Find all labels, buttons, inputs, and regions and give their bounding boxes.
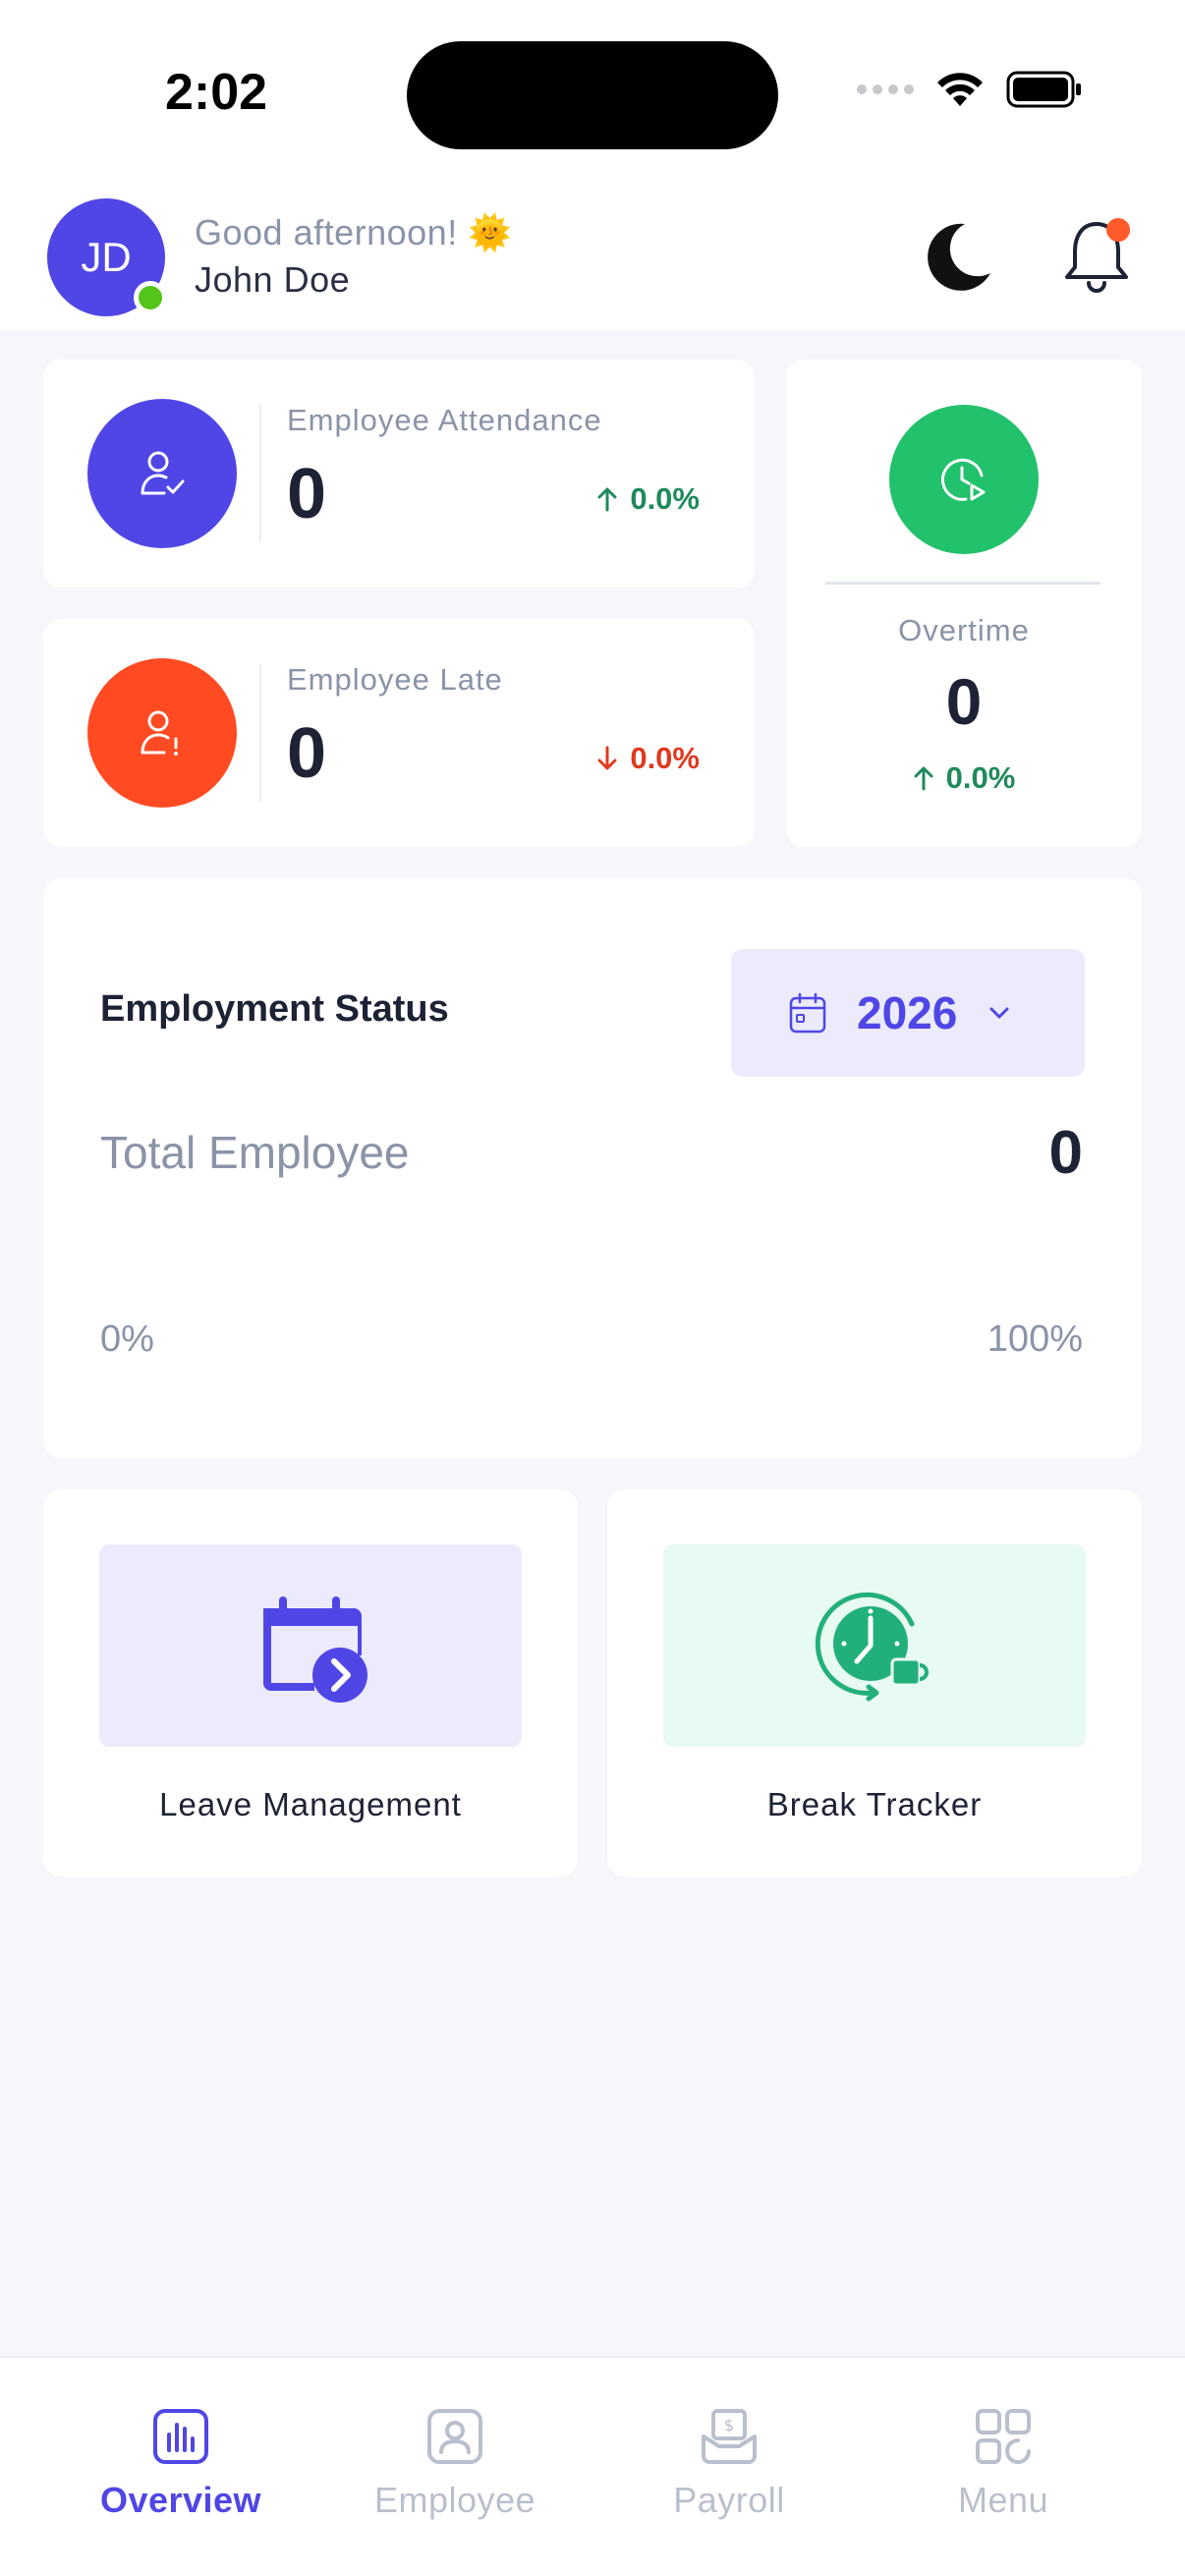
- card-divider: [259, 664, 261, 802]
- overtime-icon-circle: [889, 405, 1039, 554]
- late-trend: 0.0%: [596, 741, 700, 776]
- overtime-divider: [825, 582, 1100, 585]
- leave-management-label: Leave Management: [159, 1786, 462, 1822]
- wifi-icon: [937, 73, 983, 106]
- leave-icon-box: [99, 1544, 522, 1747]
- nav-employee[interactable]: Employee: [347, 2407, 563, 2521]
- app-header: JD Good afternoon! 🌞 John Doe: [0, 187, 1185, 330]
- overtime-trend: 0.0%: [786, 760, 1142, 796]
- chevron-down-icon: [989, 1007, 1009, 1019]
- calendar-arrow-icon: [263, 1596, 367, 1703]
- user-name: John Doe: [195, 259, 351, 300]
- payroll-icon: $: [702, 2409, 757, 2464]
- chart-bars-icon: [153, 2409, 208, 2464]
- bottom-nav: Overview Employee $ Payroll Menu: [0, 2356, 1185, 2576]
- break-icon-box: [663, 1544, 1086, 1747]
- nav-overview-label: Overview: [99, 2480, 262, 2520]
- year-dropdown[interactable]: 2026: [731, 949, 1085, 1077]
- nav-payroll[interactable]: $ Payroll: [621, 2407, 837, 2521]
- break-tracker-label: Break Tracker: [766, 1786, 983, 1822]
- total-employee-label: Total Employee: [100, 1127, 410, 1178]
- grid-icon: [976, 2409, 1031, 2464]
- avatar[interactable]: JD: [47, 198, 167, 316]
- overtime-card[interactable]: Overtime 0 0.0%: [786, 360, 1142, 847]
- status-bar: 2:02: [0, 0, 1185, 187]
- nav-employee-label: Employee: [373, 2480, 536, 2520]
- person-badge-icon: [427, 2409, 482, 2464]
- nav-menu-label: Menu: [957, 2480, 1049, 2520]
- range-max-label: 100%: [987, 1318, 1083, 1360]
- card-divider: [259, 405, 261, 542]
- avatar-initials: JD: [81, 234, 132, 280]
- arrow-up-icon: [597, 487, 617, 512]
- leave-management-card[interactable]: Leave Management: [43, 1489, 578, 1876]
- svg-text:$: $: [724, 2416, 734, 2435]
- attendance-icon-circle: [87, 399, 237, 548]
- clock-play-icon: [940, 458, 986, 501]
- attendance-card[interactable]: Employee Attendance 0 0.0%: [43, 360, 755, 588]
- late-icon-circle: [87, 658, 237, 808]
- late-card[interactable]: Employee Late 0 0.0%: [43, 619, 755, 847]
- greeting-text: Good afternoon! 🌞: [195, 212, 513, 252]
- arrow-up-icon: [914, 766, 933, 791]
- status-icons: [857, 71, 1083, 108]
- online-status-dot: [134, 281, 167, 314]
- dynamic-island: [407, 41, 778, 149]
- total-employee-value: 0: [1048, 1119, 1083, 1187]
- break-tracker-card[interactable]: Break Tracker: [607, 1489, 1142, 1876]
- notification-bell-icon[interactable]: [1061, 216, 1138, 299]
- user-check-icon: [141, 451, 185, 495]
- cellular-signal-icon: [857, 84, 914, 94]
- calendar-icon: [789, 992, 826, 1034]
- range-min-label: 0%: [100, 1318, 154, 1360]
- nav-menu[interactable]: Menu: [895, 2407, 1111, 2521]
- dark-mode-moon-icon[interactable]: [914, 216, 996, 299]
- nav-payroll-label: Payroll: [673, 2480, 785, 2520]
- attendance-trend: 0.0%: [596, 481, 700, 517]
- employment-status-title: Employment Status: [100, 988, 449, 1030]
- nav-overview[interactable]: Overview: [73, 2407, 289, 2521]
- clock-coffee-icon: [815, 1592, 929, 1702]
- late-trend-value: 0.0%: [630, 741, 700, 775]
- overtime-label: Overtime: [898, 613, 1030, 647]
- status-time: 2:02: [165, 64, 268, 121]
- selected-year: 2026: [857, 987, 958, 1038]
- user-alert-icon: [141, 710, 178, 756]
- overtime-value: 0: [945, 665, 983, 738]
- arrow-down-icon: [597, 746, 617, 770]
- attendance-trend-value: 0.0%: [630, 481, 700, 516]
- attendance-value: 0: [287, 455, 327, 533]
- late-label: Employee Late: [287, 662, 503, 697]
- attendance-label: Employee Attendance: [287, 403, 602, 437]
- overtime-trend-value: 0.0%: [945, 760, 1016, 795]
- late-value: 0: [287, 714, 327, 793]
- battery-icon: [1006, 71, 1081, 108]
